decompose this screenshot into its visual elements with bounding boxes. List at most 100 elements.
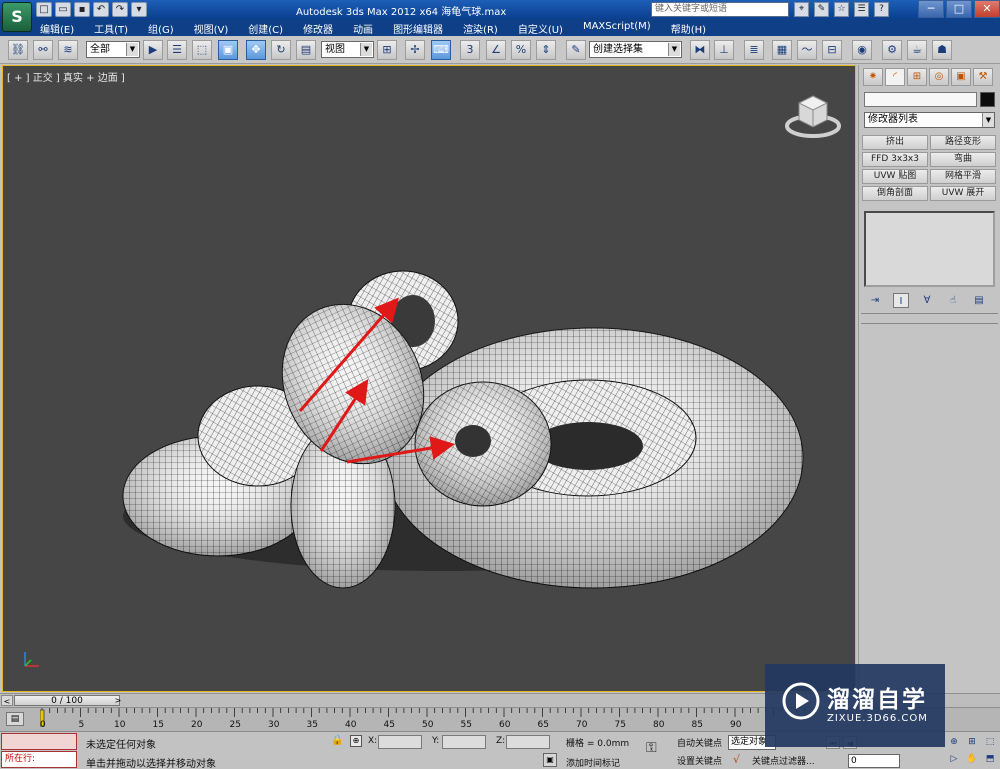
named-selection-dropdown[interactable]: 创建选择集 ▼ (589, 41, 682, 58)
select-and-scale-icon[interactable]: ▤ (296, 40, 316, 60)
modifier-unwrap-uvw-button[interactable]: UVW 展开 (930, 186, 996, 201)
redo-icon[interactable]: ↷ (112, 2, 128, 17)
current-frame-field[interactable]: 0 (848, 754, 900, 768)
curve-editor-icon[interactable]: 〜 (797, 40, 817, 60)
close-button[interactable]: ✕ (974, 0, 1000, 18)
rectangular-selection-icon[interactable]: ⬚ (192, 40, 212, 60)
bind-space-warp-icon[interactable]: ≋ (58, 40, 78, 60)
next-frame-icon[interactable]: > (113, 695, 123, 706)
modifier-path-deform-button[interactable]: 路径变形 (930, 135, 996, 150)
reference-coord-dropdown[interactable]: 视图 ▼ (321, 41, 374, 58)
selection-filter-dropdown[interactable]: 全部 ▼ (86, 41, 140, 58)
remove-modifier-icon[interactable]: ☝ (945, 293, 961, 308)
field-of-view-icon[interactable]: ▷ (946, 752, 962, 767)
key-filters-button[interactable]: 关键点过滤器... (752, 754, 815, 767)
menu-rendering[interactable]: 渲染(R) (463, 21, 498, 36)
align-icon[interactable]: ⊥ (714, 40, 734, 60)
save-icon[interactable]: ▪ (74, 2, 90, 17)
pivot-center-icon[interactable]: ⊞ (377, 40, 397, 60)
menu-graph-editors[interactable]: 图形编辑器 (393, 21, 443, 36)
open-file-icon[interactable]: ▭ (55, 2, 71, 17)
show-end-result-icon[interactable]: Ι (893, 293, 909, 308)
link-icon[interactable]: ⛓ (8, 40, 28, 60)
zoom-icon[interactable]: ⊕ (946, 735, 962, 750)
schematic-view-icon[interactable]: ⊟ (822, 40, 842, 60)
add-time-tag[interactable]: 添加时间标记 (566, 756, 620, 769)
search-input[interactable]: 键入关键字或短语 (651, 2, 789, 17)
hierarchy-tab-icon[interactable]: ⊞ (907, 68, 927, 86)
menu-tools[interactable]: 工具(T) (94, 21, 128, 36)
maximize-viewport-icon[interactable]: ⬒ (982, 752, 998, 767)
window-crossing-icon[interactable]: ▣ (218, 40, 238, 60)
object-color-swatch[interactable] (980, 92, 995, 107)
select-and-move-icon[interactable]: ✥ (246, 40, 266, 60)
x-coord-field[interactable] (378, 735, 422, 749)
modifier-stack-list[interactable] (864, 211, 995, 287)
previous-frame-icon[interactable]: < (1, 695, 13, 706)
modifier-bend-button[interactable]: 弯曲 (930, 152, 996, 167)
modifier-meshsmooth-button[interactable]: 网格平滑 (930, 169, 996, 184)
render-production-icon[interactable]: ☗ (932, 40, 952, 60)
time-tag-icon[interactable]: ▣ (543, 753, 557, 767)
select-and-rotate-icon[interactable]: ↻ (271, 40, 291, 60)
absolute-mode-icon[interactable]: ⊕ (350, 735, 362, 747)
select-by-name-icon[interactable]: ☰ (167, 40, 187, 60)
menu-modifiers[interactable]: 修改器 (303, 21, 333, 36)
modifier-uvw-map-button[interactable]: UVW 贴图 (862, 169, 928, 184)
undo-icon[interactable]: ↶ (93, 2, 109, 17)
menu-create[interactable]: 创建(C) (248, 21, 283, 36)
angle-snap-icon[interactable]: ∠ (486, 40, 506, 60)
menu-customize[interactable]: 自定义(U) (518, 21, 563, 36)
display-tab-icon[interactable]: ▣ (951, 68, 971, 86)
mirror-icon[interactable]: ⧓ (690, 40, 710, 60)
create-tab-icon[interactable]: ✷ (863, 68, 883, 86)
pan-icon[interactable]: ✋ (964, 752, 980, 767)
graphite-tools-icon[interactable]: ▦ (772, 40, 792, 60)
menu-maxscript[interactable]: MAXScript(M) (583, 21, 651, 36)
keyboard-shortcut-override-icon[interactable]: ⌨ (431, 40, 451, 60)
z-coord-field[interactable] (506, 735, 550, 749)
perspective-viewport[interactable]: [ + ] 正交 ] 真实 + 边面 ] (2, 65, 856, 692)
y-coord-field[interactable] (442, 735, 486, 749)
maxscript-listener-output[interactable]: 所在行: (1, 751, 77, 768)
rendered-frame-window-icon[interactable]: ☕ (907, 40, 927, 60)
motion-tab-icon[interactable]: ◎ (929, 68, 949, 86)
minimize-button[interactable]: ─ (918, 0, 944, 18)
curve-editor-mini-icon[interactable]: ▤ (6, 712, 24, 726)
menu-edit[interactable]: 编辑(E) (40, 21, 74, 36)
zoom-extents-icon[interactable]: ⬚ (982, 735, 998, 750)
select-object-icon[interactable]: ▶ (143, 40, 163, 60)
render-setup-icon[interactable]: ⚙ (882, 40, 902, 60)
viewport-label-menu[interactable]: [ + ] 正交 ] 真实 + 边面 ] (7, 69, 125, 84)
new-file-icon[interactable]: □ (36, 2, 52, 17)
star-icon[interactable]: ☆ (834, 2, 849, 17)
pin-stack-icon[interactable]: ⇥ (867, 293, 883, 308)
spinner-snap-icon[interactable]: ⇕ (536, 40, 556, 60)
utilities-tab-icon[interactable]: ⚒ (973, 68, 993, 86)
snaps-toggle-icon[interactable]: 3 (460, 40, 480, 60)
percent-snap-icon[interactable]: % (511, 40, 531, 60)
frame-ruler[interactable]: 0 5 10 15 20 25 30 35 40 45 50 55 60 65 70 75 80 85 90 (40, 708, 810, 732)
unlink-icon[interactable]: ⚯ (33, 40, 53, 60)
modifier-list-dropdown[interactable]: 修改器列表 ▼ (864, 112, 995, 128)
menu-help[interactable]: 帮助(H) (671, 21, 706, 36)
app-logo-button[interactable]: S (2, 2, 32, 32)
configure-modifier-sets-icon[interactable]: ▤ (971, 293, 987, 308)
time-slider-thumb[interactable]: 0 / 100 (14, 695, 120, 706)
maxscript-listener-input[interactable] (1, 733, 77, 750)
viewcube-icon[interactable] (783, 90, 843, 140)
layer-manager-icon[interactable]: ≣ (744, 40, 764, 60)
select-manipulate-icon[interactable]: ✢ (405, 40, 425, 60)
tools-icon[interactable]: ✎ (814, 2, 829, 17)
object-name-field[interactable] (864, 92, 977, 107)
maximize-button[interactable]: □ (946, 0, 972, 18)
set-key-button[interactable]: 设置关键点 (677, 754, 722, 767)
set-key-icon[interactable]: ⚿ (646, 740, 657, 756)
menu-group[interactable]: 组(G) (148, 21, 174, 36)
modifier-extrude-button[interactable]: 挤出 (862, 135, 928, 150)
menu-views[interactable]: 视图(V) (194, 21, 229, 36)
community-icon[interactable]: ☰ (854, 2, 869, 17)
qat-dropdown-icon[interactable]: ▾ (131, 2, 147, 17)
menu-animation[interactable]: 动画 (353, 21, 373, 36)
material-editor-icon[interactable]: ◉ (852, 40, 872, 60)
